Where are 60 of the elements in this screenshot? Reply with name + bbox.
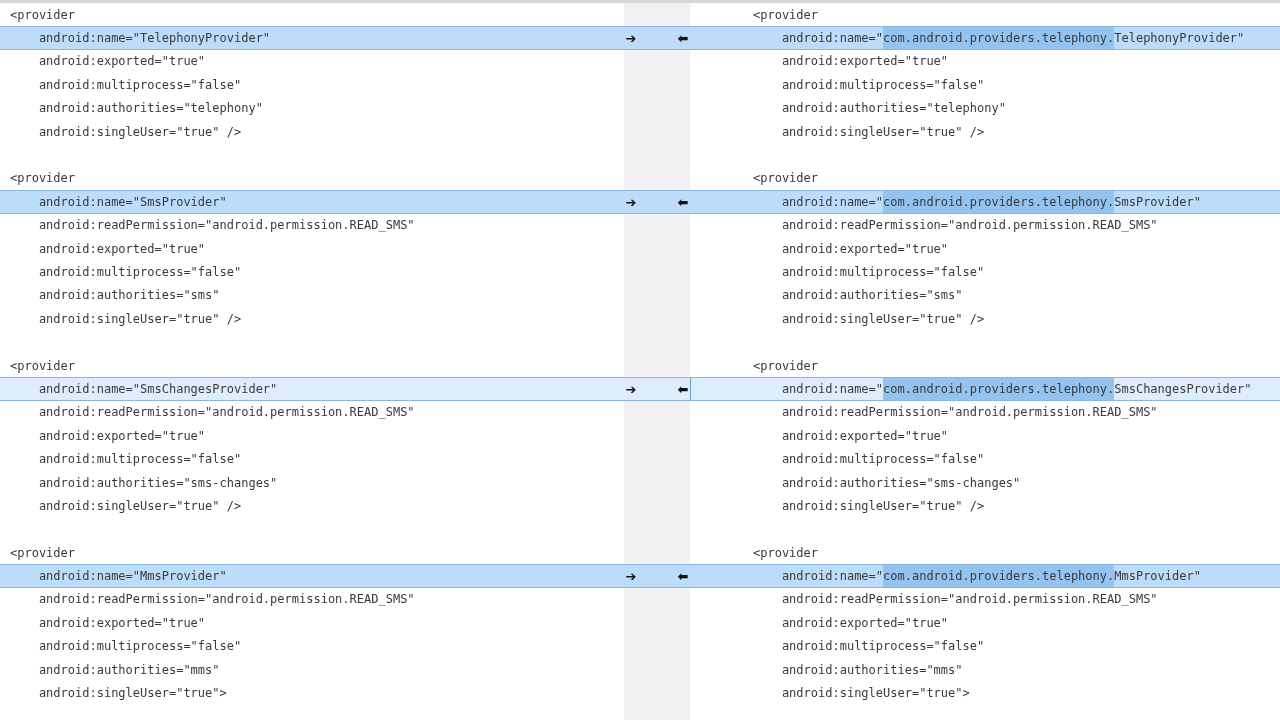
code-line: android:singleUser="true" /> <box>37 123 242 141</box>
code-line: android:readPermission="android.permission.READ_SMS" <box>780 404 1158 422</box>
merge-right-button[interactable]: ➔ <box>625 382 637 396</box>
code-line: android:multiprocess="false" <box>37 638 242 656</box>
code-line: android:readPermission="android.permission.READ_SMS" <box>37 591 415 609</box>
code-line: android:authorities="mms" <box>37 661 220 679</box>
code-line: android:singleUser="true" /> <box>780 123 985 141</box>
code-line: <provider <box>753 170 819 188</box>
code-line: android:multiprocess="false" <box>37 451 242 469</box>
code-line: android:exported="true" <box>37 427 206 445</box>
code-line: android:exported="true" <box>37 240 206 258</box>
code-line: android:singleUser="true" /> <box>37 310 242 328</box>
code-line: <provider <box>10 6 76 24</box>
code-line: android:multiprocess="false" <box>780 638 985 656</box>
code-line: android:name="SmsProvider" <box>37 194 227 212</box>
code-line: <provider <box>10 544 76 562</box>
code-line: android:name="MmsProvider" <box>37 568 227 586</box>
code-line: android:multiprocess="false" <box>37 264 242 281</box>
code-line: android:authorities="telephony" <box>37 100 263 118</box>
code-line: android:authorities="mms" <box>780 661 963 679</box>
code-line: android:multiprocess="false" <box>37 76 242 94</box>
code-line: android:multiprocess="false" <box>780 451 985 469</box>
code-line: <provider <box>753 357 819 375</box>
merge-left-button[interactable]: ⬅ <box>677 195 689 209</box>
code-line: android:singleUser="true" /> <box>780 310 985 328</box>
code-line: <provider <box>753 544 819 562</box>
merge-left-button[interactable]: ⬅ <box>677 569 689 583</box>
code-line: android:readPermission="android.permission.READ_SMS" <box>37 404 415 422</box>
code-line: android:exported="true" <box>780 427 949 445</box>
code-line: android:exported="true" <box>780 53 949 71</box>
code-line: <provider <box>753 6 819 24</box>
code-line: android:exported="true" <box>780 614 949 632</box>
code-line: android:name="com.android.providers.telephony.TelephonyProvider" <box>753 27 1245 50</box>
code-line: android:authorities="sms-changes" <box>780 474 1021 492</box>
code-line: android:name="com.android.providers.telephony.SmsChangesProvider" <box>753 378 1252 401</box>
code-line: android:name="TelephonyProvider" <box>37 30 271 48</box>
code-line: android:authorities="telephony" <box>780 100 1006 118</box>
merge-left-button[interactable]: ⬅ <box>677 31 689 45</box>
merge-right-button[interactable]: ➔ <box>625 569 637 583</box>
code-line: android:multiprocess="false" <box>780 76 985 94</box>
code-line: android:exported="true" <box>37 614 206 632</box>
code-line: <provider <box>10 170 76 188</box>
merge-right-button[interactable]: ➔ <box>625 195 637 209</box>
code-line: android:readPermission="android.permission.READ_SMS" <box>780 217 1158 235</box>
code-line: android:multiprocess="false" <box>780 264 985 281</box>
merge-left-button[interactable]: ⬅ <box>677 382 689 396</box>
code-line: android:singleUser="true" /> <box>37 497 242 515</box>
code-line: <provider <box>10 357 76 375</box>
code-line: android:readPermission="android.permission.READ_SMS" <box>780 591 1158 609</box>
code-line: android:name="SmsChangesProvider" <box>37 381 278 399</box>
code-line: android:singleUser="true" /> <box>780 497 985 515</box>
code-line: android:singleUser="true"> <box>37 685 227 702</box>
merge-right-button[interactable]: ➔ <box>625 31 637 45</box>
code-line: android:authorities="sms" <box>37 287 220 305</box>
code-line: android:authorities="sms" <box>780 287 963 305</box>
code-line: android:readPermission="android.permission.READ_SMS" <box>37 217 415 235</box>
code-line: android:exported="true" <box>780 240 949 258</box>
code-line: android:exported="true" <box>37 53 206 71</box>
code-line: android:singleUser="true"> <box>780 685 970 702</box>
code-line: android:authorities="sms-changes" <box>37 474 278 492</box>
